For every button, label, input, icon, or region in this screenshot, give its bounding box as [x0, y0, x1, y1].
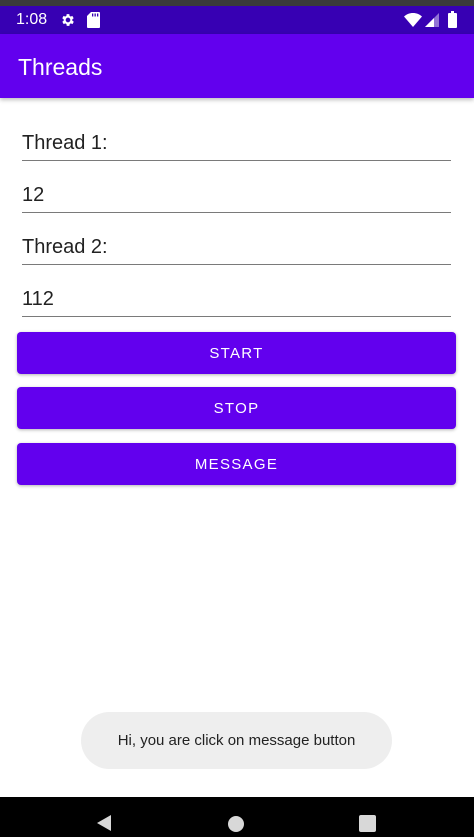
- thread1-value-field[interactable]: 12: [22, 174, 451, 213]
- thread1-label-text: Thread 1:: [22, 132, 108, 154]
- back-icon[interactable]: [95, 814, 113, 832]
- status-bar: 1:08: [0, 6, 474, 34]
- toast-text: Hi, you are click on message button: [117, 732, 356, 749]
- status-time: 1:08: [16, 11, 48, 28]
- wifi-icon: [404, 13, 422, 27]
- home-icon[interactable]: [228, 816, 244, 832]
- navigation-bar: [0, 797, 474, 837]
- app-title: Threads: [18, 54, 103, 80]
- message-button[interactable]: MESSAGE: [17, 443, 456, 485]
- thread1-value-text: 12: [22, 184, 45, 206]
- recents-icon[interactable]: [359, 815, 376, 832]
- start-button[interactable]: START: [17, 332, 456, 374]
- thread1-label-field[interactable]: Thread 1:: [22, 122, 451, 161]
- thread2-value-text: 112: [22, 288, 54, 310]
- gear-icon: [62, 14, 74, 26]
- battery-icon: [448, 11, 457, 28]
- thread2-label-text: Thread 2:: [22, 236, 108, 258]
- app-bar: Threads: [0, 34, 474, 98]
- thread2-value-field[interactable]: 112: [22, 278, 451, 317]
- toast-message: Hi, you are click on message button: [81, 712, 392, 769]
- thread2-label-field[interactable]: Thread 2:: [22, 226, 451, 265]
- signal-icon: [425, 13, 439, 27]
- sd-card-icon: [87, 12, 100, 28]
- stop-button[interactable]: STOP: [17, 387, 456, 429]
